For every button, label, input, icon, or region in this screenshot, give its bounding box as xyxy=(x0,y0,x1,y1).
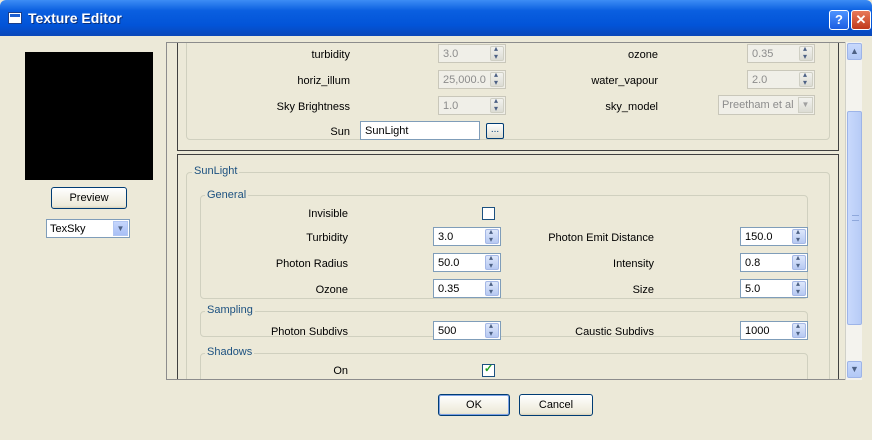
invisible-label: Invisible xyxy=(308,208,348,220)
cancel-button[interactable]: Cancel xyxy=(519,394,593,416)
window-icon xyxy=(8,12,22,24)
turbidity-spinner[interactable]: 3.0 xyxy=(433,227,501,246)
ozone-label: Ozone xyxy=(315,284,348,296)
dialog-client: Preview TexSky ▼ turbidity 3.0 ozone 0.3… xyxy=(4,36,868,436)
close-icon[interactable]: ✕ xyxy=(851,10,871,30)
water-vapour-label: water_vapour xyxy=(591,75,658,87)
photon-radius-spinner[interactable]: 50.0 xyxy=(433,253,501,272)
texture-select[interactable]: TexSky ▼ xyxy=(46,219,130,238)
texsky-panel: turbidity 3.0 ozone 0.35 horiz_illum 25,… xyxy=(177,43,839,151)
photon-subdivs-spinner[interactable]: 500 xyxy=(433,321,501,340)
check-icon: ✓ xyxy=(484,363,494,375)
photon-radius-label: Photon Radius xyxy=(275,258,348,270)
grip-icon xyxy=(852,215,859,221)
turbidity-spinner[interactable]: 3.0 xyxy=(438,44,506,63)
sky-brightness-spinner[interactable]: 1.0 xyxy=(438,96,506,115)
sunlight-panel: SunLight General Invisible Turbidity 3.0… xyxy=(177,154,839,379)
sky-brightness-label: Sky Brightness xyxy=(276,101,350,113)
sky-model-select[interactable]: Preetham et al ▼ xyxy=(718,95,815,115)
sunlight-title: SunLight xyxy=(192,165,240,177)
caustic-subdivs-spinner[interactable]: 1000 xyxy=(740,321,808,340)
general-title: General xyxy=(205,189,249,201)
help-icon[interactable]: ? xyxy=(829,10,849,30)
sun-field[interactable]: SunLight xyxy=(360,121,480,140)
photon-emit-distance-label: Photon Emit Distance xyxy=(548,232,654,244)
sun-browse-button[interactable]: ... xyxy=(486,123,504,139)
sampling-title: Sampling xyxy=(205,304,255,316)
ozone-spinner[interactable]: 0.35 xyxy=(433,279,501,298)
size-label: Size xyxy=(632,284,654,296)
preview-button[interactable]: Preview xyxy=(51,187,127,209)
invisible-checkbox[interactable] xyxy=(482,207,495,220)
texture-select-value: TexSky xyxy=(50,223,86,235)
horiz-illum-spinner[interactable]: 25,000.0 xyxy=(438,70,506,89)
shadows-title: Shadows xyxy=(205,346,255,358)
shadows-on-checkbox[interactable]: ✓ xyxy=(482,363,495,377)
photon-emit-distance-spinner[interactable]: 150.0 xyxy=(740,227,808,246)
ok-button[interactable]: OK xyxy=(438,394,510,416)
horiz-illum-label: horiz_illum xyxy=(297,75,350,87)
title-bar[interactable]: Texture Editor ? ✕ xyxy=(0,0,872,36)
vertical-scrollbar[interactable]: ▲ ▼ xyxy=(845,42,862,380)
photon-subdivs-label: Photon Subdivs xyxy=(270,326,348,338)
intensity-label: Intensity xyxy=(613,258,654,270)
turbidity-label: turbidity xyxy=(311,49,350,61)
ozone-spinner[interactable]: 0.35 xyxy=(747,44,815,63)
chevron-down-icon[interactable]: ▼ xyxy=(798,97,813,113)
ozone-label: ozone xyxy=(628,49,658,61)
sun-label: Sun xyxy=(330,126,350,138)
scrollbar-thumb[interactable] xyxy=(847,111,862,325)
size-spinner[interactable]: 5.0 xyxy=(740,279,808,298)
window-title: Texture Editor xyxy=(28,10,122,26)
chevron-down-icon[interactable]: ▼ xyxy=(113,221,128,236)
texture-preview xyxy=(25,52,153,180)
caustic-subdivs-label: Caustic Subdivs xyxy=(575,326,654,338)
turbidity-label: Turbidity xyxy=(306,232,348,244)
sky-model-label: sky_model xyxy=(605,101,658,113)
properties-scroll-area[interactable]: turbidity 3.0 ozone 0.35 horiz_illum 25,… xyxy=(166,42,862,380)
scroll-down-icon[interactable]: ▼ xyxy=(847,361,862,378)
water-vapour-spinner[interactable]: 2.0 xyxy=(747,70,815,89)
scroll-up-icon[interactable]: ▲ xyxy=(847,43,862,60)
shadows-on-label: On xyxy=(333,365,348,377)
intensity-spinner[interactable]: 0.8 xyxy=(740,253,808,272)
